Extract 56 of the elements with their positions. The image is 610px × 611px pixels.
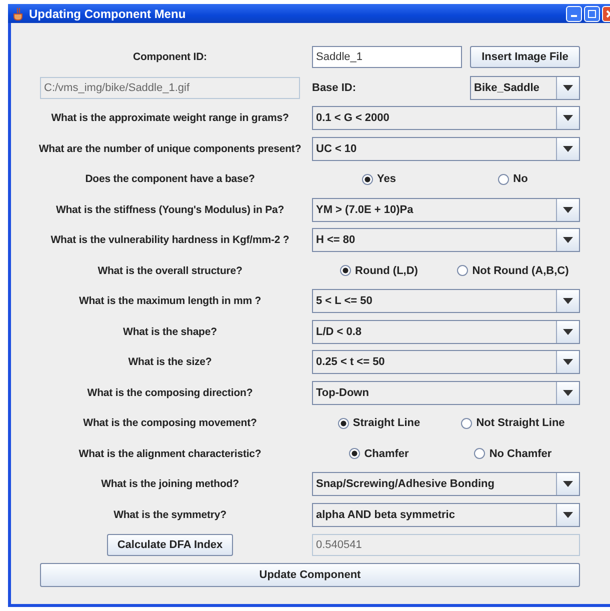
- dropdown-arrow-icon: [563, 512, 573, 518]
- question-label: What is the approximate weight range in grams?: [50, 112, 290, 124]
- field-label: Base ID:: [312, 82, 356, 94]
- answer-dropdown[interactable]: 5 < L <= 50: [312, 289, 580, 314]
- radio-option[interactable]: Yes: [362, 173, 396, 186]
- question-label: What is the maximum length in mm ?: [78, 295, 262, 308]
- maximize-button[interactable]: [584, 6, 600, 22]
- dropdown-arrow-icon: [563, 84, 573, 91]
- cup-icon: [12, 6, 24, 20]
- dropdown-arrow-icon: [563, 146, 573, 152]
- radio-option[interactable]: No: [498, 173, 528, 186]
- answer-dropdown[interactable]: Snap/Screwing/Adhesive Bonding: [312, 472, 580, 496]
- dropdown-arrow-icon: [563, 328, 573, 335]
- answer-dropdown[interactable]: L/D < 0.8: [312, 320, 580, 344]
- question-label: What is the composing movement?: [82, 417, 258, 430]
- base-id-dropdown[interactable]: Bike_Saddle: [470, 76, 580, 100]
- maximize-icon: [587, 8, 597, 18]
- radio-option[interactable]: Chamfer: [349, 448, 409, 460]
- answer-dropdown[interactable]: H <= 80: [312, 228, 580, 252]
- minimize-icon: [571, 15, 577, 17]
- question-label: What is the symmetry?: [112, 508, 228, 521]
- dropdown-arrow-icon: [563, 115, 573, 122]
- dropdown-arrow-icon: [563, 206, 573, 213]
- update-component-button[interactable]: Update Component: [40, 562, 580, 586]
- dropdown-arrow-icon: [563, 481, 573, 488]
- question-label: Does the component have a base?: [84, 173, 256, 186]
- dropdown-arrow-icon: [563, 298, 573, 304]
- question-label: What is the alignment characteristic?: [78, 448, 262, 460]
- field-label: Component ID:: [132, 51, 208, 64]
- answer-dropdown[interactable]: alpha AND beta symmetric: [312, 502, 580, 527]
- question-label: What is the size?: [127, 356, 213, 368]
- component-id-field[interactable]: Saddle_1: [312, 46, 462, 68]
- insert-image-button[interactable]: Insert Image File: [470, 46, 580, 68]
- answer-dropdown[interactable]: Top-Down: [312, 380, 580, 405]
- radio-option[interactable]: No Chamfer: [474, 448, 552, 460]
- radio-option[interactable]: Not Straight Line: [461, 417, 565, 430]
- window-title: Updating Component Menu: [29, 6, 187, 20]
- answer-dropdown[interactable]: YM > (7.0E + 10)Pa: [312, 198, 580, 222]
- answer-dropdown[interactable]: UC < 10: [312, 136, 580, 161]
- question-label: What is the joining method?: [100, 478, 240, 490]
- answer-dropdown[interactable]: 0.1 < G < 2000: [312, 106, 580, 130]
- radio-option[interactable]: Straight Line: [338, 417, 420, 430]
- question-label: What is the stiffness (Young's Modulus) in Pa?: [54, 204, 286, 216]
- dropdown-arrow-icon: [563, 237, 573, 244]
- calculate-dfa-button[interactable]: Calculate DFA Index: [107, 534, 233, 556]
- question-label: What is the composing direction?: [86, 386, 254, 399]
- question-label: What is the vulnerability hardness in Kgf/mm-2 ?: [50, 234, 290, 246]
- question-label: What is the overall structure?: [96, 264, 244, 277]
- radio-option[interactable]: Not Round (A,B,C): [457, 264, 569, 277]
- question-label: What are the number of unique components present?: [40, 142, 300, 155]
- answer-dropdown[interactable]: 0.25 < t <= 50: [312, 350, 580, 374]
- minimize-button[interactable]: [566, 6, 582, 22]
- dropdown-arrow-icon: [563, 390, 573, 396]
- dropdown-arrow-icon: [563, 359, 573, 366]
- radio-option[interactable]: Round (L,D): [340, 264, 418, 277]
- question-label: What is the shape?: [122, 326, 218, 338]
